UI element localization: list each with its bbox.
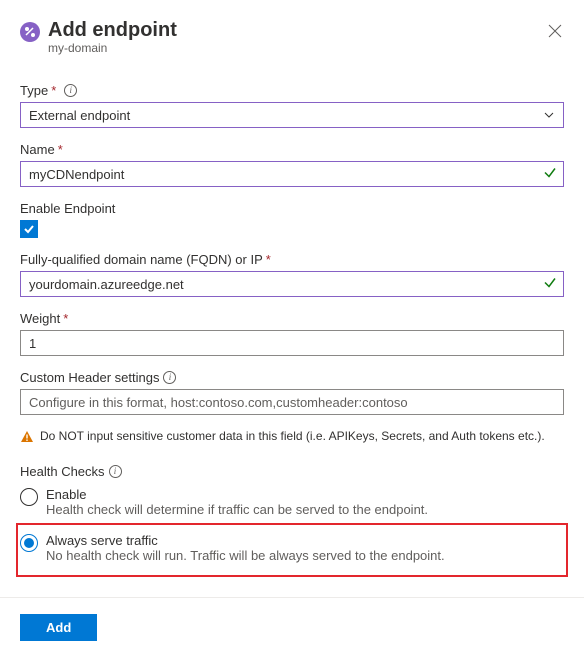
health-always-option[interactable]: Always serve traffic No health check wil… [20, 529, 560, 569]
highlighted-option: Always serve traffic No health check wil… [16, 523, 568, 577]
radio-label: Always serve traffic [46, 533, 445, 548]
panel-header: Add endpoint my-domain [20, 18, 564, 55]
custom-header-field: Custom Header settings i Configure in th… [20, 370, 564, 415]
type-label: Type [20, 83, 48, 98]
panel-title: Add endpoint [48, 18, 548, 42]
footer-separator [0, 597, 584, 598]
add-endpoint-panel: Add endpoint my-domain Type * i External… [0, 0, 584, 661]
required-marker: * [58, 142, 63, 157]
enable-endpoint-field: Enable Endpoint [20, 201, 564, 238]
form: Type * i External endpoint Name * myCDNe… [20, 83, 564, 577]
radio-description: No health check will run. Traffic will b… [46, 548, 445, 563]
required-marker: * [63, 311, 68, 326]
validation-check-icon [543, 276, 557, 293]
validation-check-icon [543, 166, 557, 183]
warning-icon [20, 430, 34, 444]
fqdn-label: Fully-qualified domain name (FQDN) or IP [20, 252, 263, 267]
name-field: Name * myCDNendpoint [20, 142, 564, 187]
health-checks-radio-group: Enable Health check will determine if tr… [20, 483, 564, 577]
type-select[interactable]: External endpoint [20, 102, 564, 128]
fqdn-value: yourdomain.azureedge.net [29, 277, 555, 292]
custom-header-placeholder: Configure in this format, host:contoso.c… [29, 395, 555, 410]
weight-label: Weight [20, 311, 60, 326]
enable-label: Enable Endpoint [20, 201, 115, 216]
info-icon[interactable]: i [64, 84, 77, 97]
enable-checkbox[interactable] [20, 220, 38, 238]
chevron-down-icon [543, 109, 555, 121]
weight-field: Weight * 1 [20, 311, 564, 356]
health-checks-label: Health Checks [20, 464, 105, 479]
radio-label: Enable [46, 487, 428, 502]
required-marker: * [51, 83, 56, 98]
name-input[interactable]: myCDNendpoint [20, 161, 564, 187]
type-value: External endpoint [29, 108, 130, 123]
custom-header-input[interactable]: Configure in this format, host:contoso.c… [20, 389, 564, 415]
radio-icon [20, 534, 38, 552]
health-enable-option[interactable]: Enable Health check will determine if tr… [20, 483, 564, 523]
custom-header-label: Custom Header settings [20, 370, 159, 385]
panel-subtitle: my-domain [48, 41, 548, 55]
radio-description: Health check will determine if traffic c… [46, 502, 428, 517]
required-marker: * [266, 252, 271, 267]
add-button[interactable]: Add [20, 614, 97, 641]
name-label: Name [20, 142, 55, 157]
warning-message: Do NOT input sensitive customer data in … [20, 429, 564, 444]
weight-value: 1 [29, 336, 555, 351]
info-icon[interactable]: i [163, 371, 176, 384]
endpoint-icon [20, 22, 40, 42]
weight-input[interactable]: 1 [20, 330, 564, 356]
fqdn-input[interactable]: yourdomain.azureedge.net [20, 271, 564, 297]
fqdn-field: Fully-qualified domain name (FQDN) or IP… [20, 252, 564, 297]
radio-icon [20, 488, 38, 506]
type-field: Type * i External endpoint [20, 83, 564, 128]
info-icon[interactable]: i [109, 465, 122, 478]
name-value: myCDNendpoint [29, 167, 555, 182]
close-icon[interactable] [548, 24, 564, 40]
warning-text: Do NOT input sensitive customer data in … [40, 429, 545, 443]
